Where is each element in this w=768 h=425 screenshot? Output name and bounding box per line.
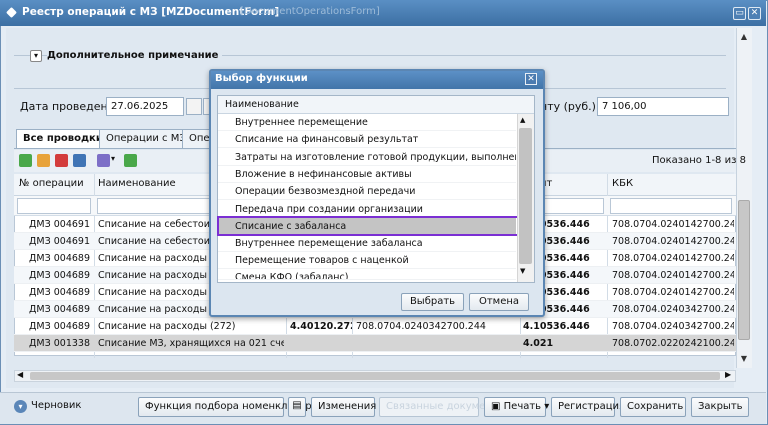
scroll-up-icon[interactable]: ▲ xyxy=(520,116,525,124)
function-list-item[interactable]: Операции безвозмездной передачи xyxy=(218,183,516,201)
cell-kbk: 708.0704.0240142700.244 xyxy=(612,219,734,230)
sum-input[interactable]: 7 106,00 xyxy=(597,97,729,116)
collapse-toggle-icon[interactable]: ▾ xyxy=(30,50,42,62)
chevron-down-icon: ▾ xyxy=(541,401,550,412)
registration-button[interactable]: Регистрация xyxy=(551,397,625,417)
cell-num: ДМЗ 004689 xyxy=(29,253,90,264)
actions-menu-icon[interactable] xyxy=(97,154,110,167)
cell-kbk: 708.0704.0240142700.244 xyxy=(612,287,734,298)
col-header-kbk[interactable]: КБК xyxy=(612,178,633,189)
tab-all-entries[interactable]: Все проводки xyxy=(16,129,110,149)
function-list-item[interactable]: Списание на финансовый результат xyxy=(218,131,516,149)
cell-kbk: 708.0704.0240342700.244 xyxy=(612,304,734,315)
cell-num: ДМЗ 004689 xyxy=(29,321,90,332)
function-list-item[interactable]: Внутреннее перемещение xyxy=(218,114,516,131)
vertical-scroll-thumb[interactable] xyxy=(738,200,750,340)
calendar-icon[interactable] xyxy=(186,98,202,115)
edit-icon[interactable] xyxy=(37,154,50,167)
scroll-down-icon[interactable]: ▼ xyxy=(738,354,750,364)
scroll-up-icon[interactable]: ▲ xyxy=(738,32,750,42)
sum-label: нту (руб.): xyxy=(540,100,600,113)
cell-num: ДМЗ 001338 xyxy=(29,338,90,349)
cell-kbk: 708.0704.0240342700.244 xyxy=(612,321,734,332)
cell-num: ДМЗ 004691 xyxy=(29,236,90,247)
select-nomenclature-button[interactable]: Функция подбора номенклатуры xyxy=(138,397,320,417)
document-icon[interactable]: ▤ xyxy=(288,397,306,417)
cell-dkbk: 708.0704.0240342700.244 xyxy=(356,321,486,332)
filter-kbk-input[interactable] xyxy=(610,198,732,214)
function-list-item[interactable]: Вложение в нефинансовые активы xyxy=(218,166,516,183)
status-chevron-icon[interactable]: ▾ xyxy=(14,400,27,413)
selection-highlight xyxy=(217,216,519,236)
function-list-item[interactable]: Смена КФО (забаланс) xyxy=(218,270,516,280)
horizontal-scroll-thumb[interactable] xyxy=(30,372,720,380)
list-scroll-thumb[interactable] xyxy=(519,128,532,264)
cell-kbk: 708.0704.0240142700.244 xyxy=(612,270,734,281)
dialog-title: Выбор функции xyxy=(215,73,308,84)
function-list-item[interactable]: Перемещение товаров с наценкой xyxy=(218,252,516,270)
col-header-num[interactable]: № операции xyxy=(19,178,84,189)
print-button[interactable]: ▣ Печать ▾ xyxy=(484,397,550,417)
date-input[interactable]: 27.06.2025 xyxy=(106,97,184,116)
cell-name: Списание МЗ, хранящихся на 021 счете xyxy=(98,338,284,349)
cell-num: ДМЗ 004689 xyxy=(29,270,90,281)
close-icon[interactable]: ✕ xyxy=(748,7,761,20)
records-count: Показано 1-8 из 8 xyxy=(652,155,746,166)
chevron-down-icon[interactable]: ▾ xyxy=(111,154,115,163)
cell-num: ДМЗ 004691 xyxy=(29,219,90,230)
scroll-down-icon[interactable]: ▼ xyxy=(520,267,525,275)
print-label: Печать xyxy=(503,401,542,412)
cell-dacc: 4.40120.272 xyxy=(290,321,352,332)
print-icon: ▣ xyxy=(491,401,504,412)
cell-credit: 4.021 xyxy=(523,338,554,349)
minimize-icon[interactable]: ▭ xyxy=(733,7,746,20)
cell-name: Списание на расходы (272) xyxy=(98,321,236,332)
cell-kbk: 708.0702.0220242100.244 xyxy=(612,338,734,349)
linked-docs-button[interactable]: Связанные документы xyxy=(379,397,506,417)
close-button[interactable]: Закрыть xyxy=(691,397,749,417)
refresh-icon[interactable] xyxy=(124,154,137,167)
scroll-right-icon[interactable]: ▶ xyxy=(725,370,731,379)
status-label: Черновик xyxy=(31,400,82,411)
function-list-item[interactable]: Передача при создании организации xyxy=(218,201,516,218)
cancel-button[interactable]: Отмена xyxy=(469,293,529,311)
section-label: Дополнительное примечание xyxy=(47,50,223,61)
background-tab-title[interactable]: [DocumentOperationsForm] xyxy=(240,6,380,17)
add-icon[interactable] xyxy=(19,154,32,167)
cell-num: ДМЗ 004689 xyxy=(29,304,90,315)
col-header-name[interactable]: Наименование xyxy=(98,178,176,189)
select-button[interactable]: Выбрать xyxy=(401,293,464,311)
function-list-item[interactable]: Затраты на изготовление готовой продукци… xyxy=(218,149,516,166)
cell-kbk: 708.0704.0240142700.244 xyxy=(612,253,734,264)
delete-icon[interactable] xyxy=(55,154,68,167)
close-icon[interactable]: ✕ xyxy=(525,73,537,85)
copy-icon[interactable] xyxy=(73,154,86,167)
changes-button[interactable]: Изменения xyxy=(311,397,376,417)
list-header-name[interactable]: Наименование xyxy=(225,99,299,110)
filter-num-input[interactable] xyxy=(17,198,91,214)
tab-mz-operations[interactable]: Операции с МЗ xyxy=(99,129,193,148)
scroll-left-icon[interactable]: ◀ xyxy=(17,370,23,379)
cell-num: ДМЗ 004689 xyxy=(29,287,90,298)
cell-kbk: 708.0704.0240142700.244 xyxy=(612,236,734,247)
save-button[interactable]: Сохранить xyxy=(620,397,686,417)
function-list-item[interactable]: Внутреннее перемещение забаланса xyxy=(218,235,516,253)
cell-credit: 4.10536.446 xyxy=(523,321,590,332)
